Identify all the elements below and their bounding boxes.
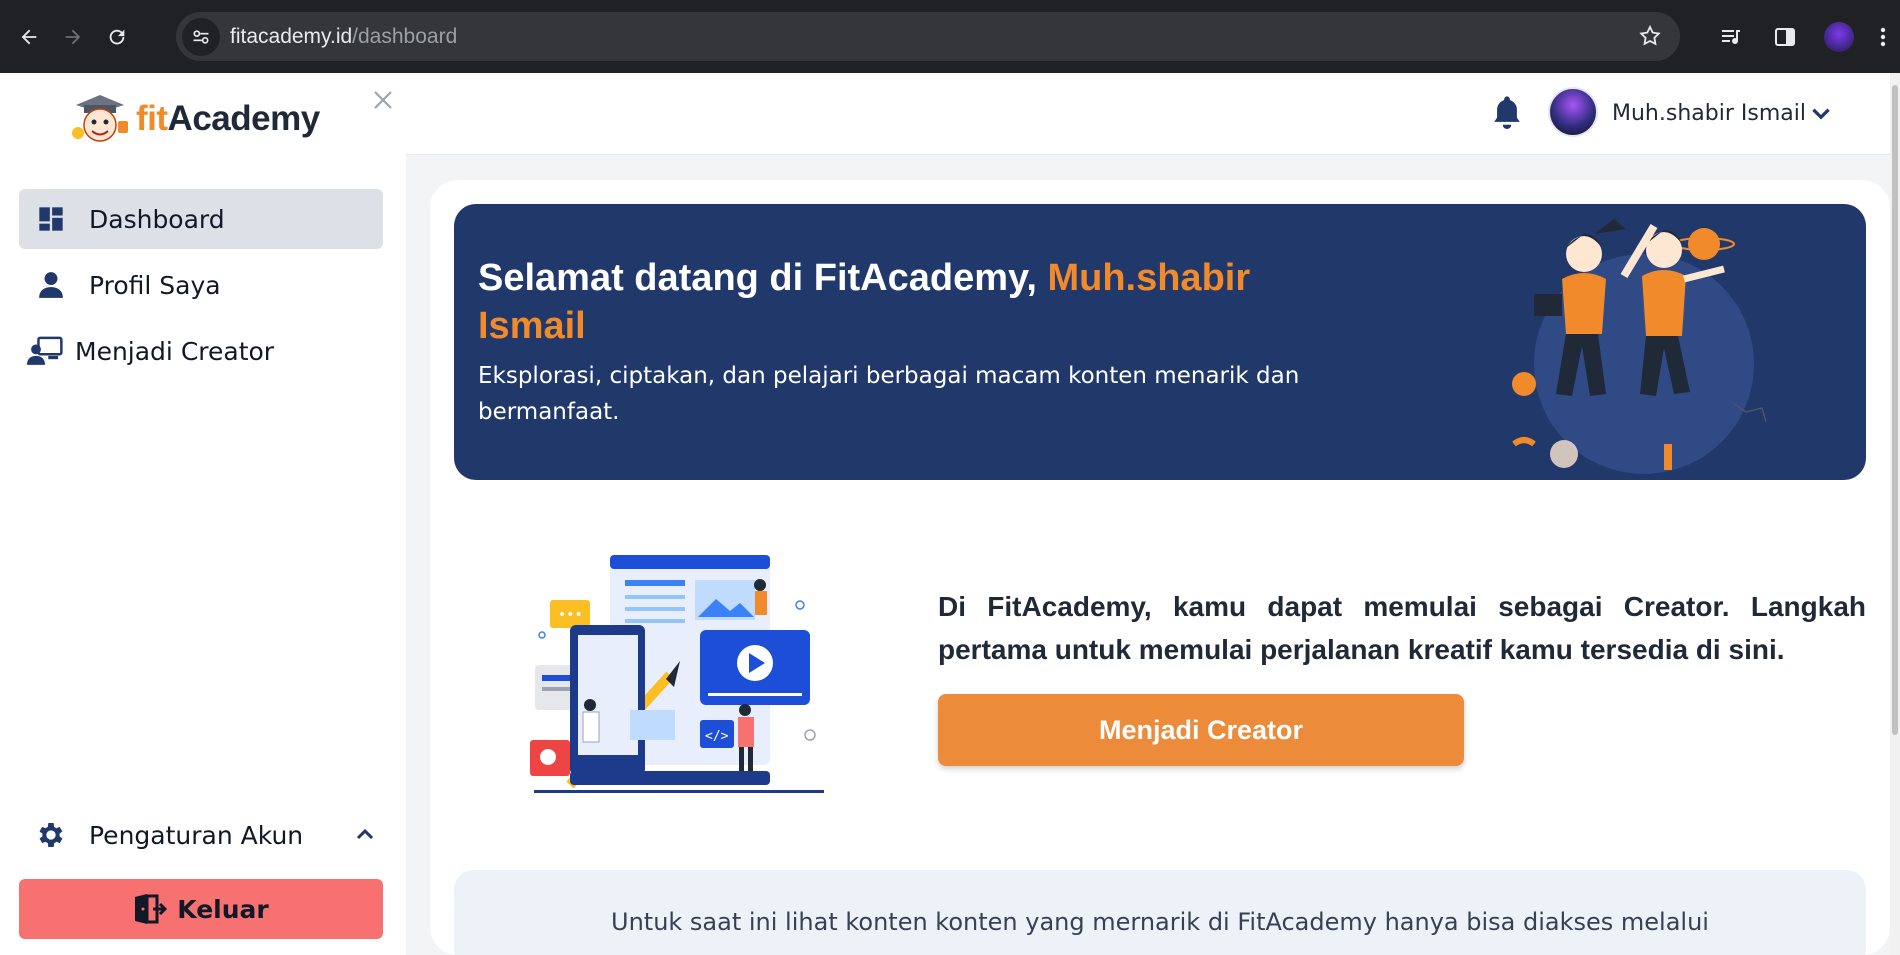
user-avatar[interactable] (1548, 87, 1598, 137)
settings-label: Pengaturan Akun (89, 820, 304, 850)
user-icon (33, 267, 69, 303)
main-content: Selamat datang di FitAcademy, Muh.shabir… (430, 180, 1890, 955)
brand-prefix: fit (136, 99, 168, 138)
url-path: /dashboard (352, 24, 458, 48)
creator-description: Di FitAcademy, kamu dapat memulai sebaga… (938, 591, 1866, 665)
content-creation-illustration: ••• </> (530, 555, 824, 793)
forward-arrow-icon (65, 29, 81, 44)
scrollbar-thumb[interactable] (1892, 85, 1898, 735)
sidebar-item-label: Menjadi Creator (75, 336, 275, 366)
sidebar-item-label: Dashboard (89, 204, 225, 234)
user-name[interactable]: Muh.shabir Ismail (1612, 101, 1806, 126)
back-arrow-icon (21, 29, 37, 44)
forward-button[interactable] (56, 20, 90, 54)
close-sidebar-button[interactable] (366, 83, 400, 117)
reload-icon (109, 29, 125, 44)
bell-icon (1494, 96, 1520, 129)
browser-actions (1704, 0, 1900, 73)
url-text: fitacademy.id/dashboard (230, 25, 457, 49)
site-info-button[interactable] (182, 17, 220, 56)
browser-toolbar: fitacademy.id/dashboard (0, 0, 1900, 73)
gear-icon (33, 817, 69, 853)
chevron-up-icon (356, 828, 374, 840)
info-text: Untuk saat ini lihat konten konten yang … (611, 908, 1709, 936)
queue-music-icon (1722, 29, 1740, 44)
logout-icon (135, 894, 168, 924)
account-settings-toggle[interactable]: Pengaturan Akun (19, 810, 383, 860)
logout-label: Keluar (177, 894, 269, 924)
address-bar[interactable]: fitacademy.id/dashboard (176, 12, 1680, 61)
welcome-subtitle: Eksplorasi, ciptakan, dan pelajari berba… (478, 363, 1300, 425)
bookmark-button[interactable] (1638, 24, 1662, 52)
media-control-button[interactable] (1704, 0, 1758, 73)
notification-button[interactable] (1490, 93, 1524, 135)
star-icon (1639, 24, 1661, 46)
sidebar-item-dashboard[interactable]: Dashboard (19, 189, 383, 249)
reload-button[interactable] (100, 20, 134, 54)
more-vert-icon (1880, 27, 1886, 46)
brand-logo[interactable]: fitAcademy (70, 91, 320, 147)
chevron-down-icon[interactable] (1808, 101, 1834, 127)
sidebar-item-label: Profil Saya (89, 270, 221, 300)
page-scrollbar[interactable] (1890, 73, 1900, 955)
browser-menu-button[interactable] (1866, 0, 1900, 73)
side-panel-icon (1775, 27, 1795, 46)
creator-icon (27, 333, 63, 369)
welcome-banner: Selamat datang di FitAcademy, Muh.shabir… (454, 204, 1866, 480)
svg-text:</>: </> (705, 729, 729, 744)
url-host: fitacademy.id (230, 24, 353, 48)
sidebar: fitAcademy Dashboard Profil Saya Menjadi… (0, 73, 406, 955)
brand-suffix: Academy (167, 99, 321, 138)
welcome-title-prefix: Selamat datang di FitAcademy, (478, 257, 1048, 299)
become-creator-button[interactable]: Menjadi Creator (938, 694, 1464, 766)
welcome-title: Selamat datang di FitAcademy, Muh.shabir… (478, 254, 1338, 350)
svg-text:•••: ••• (558, 607, 583, 623)
sidebar-item-creator[interactable]: Menjadi Creator (19, 321, 383, 381)
topbar: Muh.shabir Ismail (406, 73, 1890, 155)
profile-avatar (1824, 21, 1854, 52)
sidebar-item-profil[interactable]: Profil Saya (19, 255, 383, 315)
back-button[interactable] (12, 20, 46, 54)
dashboard-icon (33, 201, 69, 237)
close-icon (374, 91, 392, 109)
tune-icon (193, 29, 209, 44)
side-panel-button[interactable] (1758, 0, 1812, 73)
info-box: Untuk saat ini lihat konten konten yang … (454, 870, 1866, 955)
brand-name: fitAcademy (136, 99, 320, 139)
mascot-logo-icon (72, 95, 128, 142)
profile-button[interactable] (1812, 0, 1866, 73)
students-jumping-illustration (1512, 219, 1767, 474)
logout-button[interactable]: Keluar (19, 879, 383, 939)
